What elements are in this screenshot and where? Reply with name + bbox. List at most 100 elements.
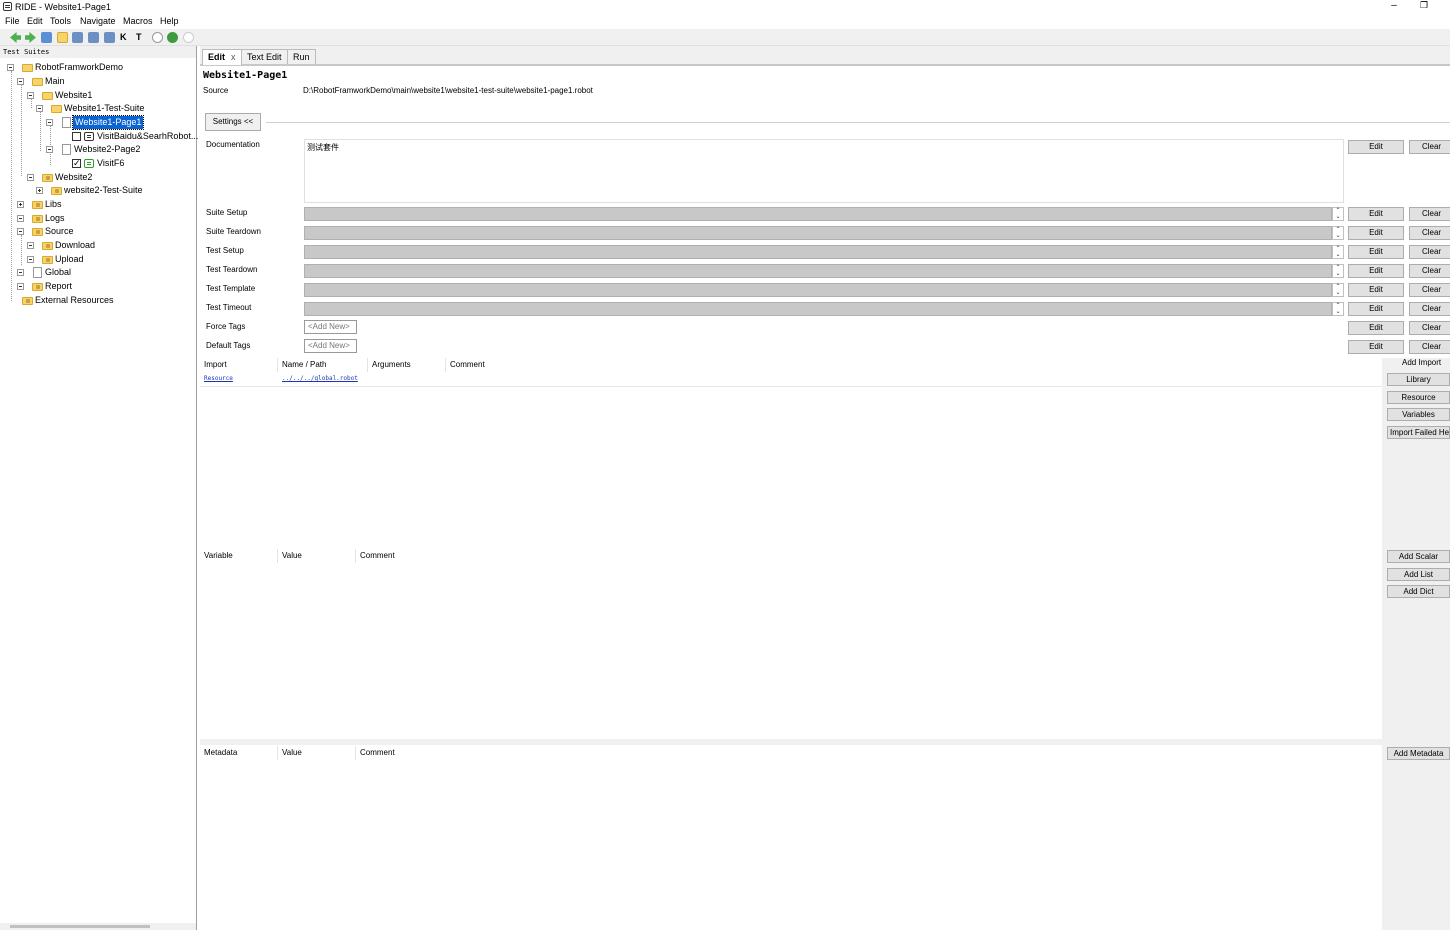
test-template-clear-button[interactable]: Clear: [1409, 283, 1450, 297]
add-library-button[interactable]: Library: [1387, 373, 1450, 386]
collapse-icon[interactable]: [27, 92, 34, 99]
spinner-icon[interactable]: ⌃ ⌄: [1332, 264, 1344, 278]
column-header[interactable]: Value: [278, 549, 356, 563]
column-header[interactable]: Metadata: [200, 746, 278, 760]
documentation-edit-button[interactable]: Edit: [1348, 140, 1404, 154]
menu-edit[interactable]: Edit: [27, 16, 43, 26]
new-icon[interactable]: [57, 32, 68, 43]
test-teardown-clear-button[interactable]: Clear: [1409, 264, 1450, 278]
spinner-icon[interactable]: ⌃ ⌄: [1332, 245, 1344, 259]
collapse-icon[interactable]: [17, 215, 24, 222]
force-tags-edit-button[interactable]: Edit: [1348, 321, 1404, 335]
column-header[interactable]: Import: [200, 358, 278, 372]
suite-setup-field[interactable]: [304, 207, 1332, 221]
menu-tools[interactable]: Tools: [50, 16, 71, 26]
default-tags-add-new[interactable]: <Add New>: [304, 339, 357, 353]
force-tags-add-new[interactable]: <Add New>: [304, 320, 357, 334]
test-timeout-field[interactable]: [304, 302, 1332, 316]
text-icon[interactable]: T: [136, 32, 147, 43]
tree-label: External Resources: [35, 295, 114, 305]
column-header[interactable]: Name / Path: [278, 358, 368, 372]
test-teardown-edit-button[interactable]: Edit: [1348, 264, 1404, 278]
test-setup-field[interactable]: [304, 245, 1332, 259]
expand-icon[interactable]: [17, 201, 24, 208]
column-header[interactable]: Arguments: [368, 358, 446, 372]
tab-run[interactable]: Run: [287, 49, 316, 64]
collapse-icon[interactable]: [27, 242, 34, 249]
documentation-field[interactable]: 测试套件: [304, 139, 1344, 203]
default-tags-edit-button[interactable]: Edit: [1348, 340, 1404, 354]
test-setup-edit-button[interactable]: Edit: [1348, 245, 1404, 259]
suite-teardown-clear-button[interactable]: Clear: [1409, 226, 1450, 240]
cursor-icon[interactable]: [152, 32, 163, 43]
open-icon[interactable]: [41, 32, 52, 43]
import-failed-help-button[interactable]: Import Failed Help: [1387, 426, 1450, 439]
add-metadata-button[interactable]: Add Metadata: [1387, 747, 1450, 760]
expand-icon[interactable]: [36, 187, 43, 194]
table-row[interactable]: Resource ../../../global.robot: [200, 373, 1382, 387]
tab-text-edit[interactable]: Text Edit: [241, 49, 288, 64]
add-variables-button[interactable]: Variables: [1387, 408, 1450, 421]
collapse-icon[interactable]: [27, 174, 34, 181]
collapse-icon[interactable]: [17, 283, 24, 290]
forward-icon[interactable]: [25, 32, 36, 43]
add-list-button[interactable]: Add List: [1387, 568, 1450, 581]
collapse-icon[interactable]: [46, 119, 53, 126]
test-checkbox[interactable]: [72, 157, 81, 170]
spinner-icon[interactable]: ⌃ ⌄: [1332, 302, 1344, 316]
test-template-field[interactable]: [304, 283, 1332, 297]
save-icon[interactable]: [72, 32, 83, 43]
column-header[interactable]: Comment: [356, 746, 1382, 760]
scrollbar-thumb[interactable]: [10, 925, 150, 928]
stop-icon[interactable]: [183, 32, 194, 43]
collapse-icon[interactable]: [7, 64, 14, 71]
horizontal-scrollbar[interactable]: [0, 923, 196, 930]
test-timeout-edit-button[interactable]: Edit: [1348, 302, 1404, 316]
restore-button[interactable]: ❐: [1417, 0, 1431, 12]
add-scalar-button[interactable]: Add Scalar: [1387, 550, 1450, 563]
collapse-icon[interactable]: [27, 256, 34, 263]
test-teardown-field[interactable]: [304, 264, 1332, 278]
settings-toggle-button[interactable]: Settings <<: [205, 113, 261, 131]
documentation-clear-button[interactable]: Clear: [1409, 140, 1450, 154]
suite-teardown-field[interactable]: [304, 226, 1332, 240]
column-header[interactable]: Comment: [446, 358, 1382, 372]
collapse-icon[interactable]: [17, 228, 24, 235]
section-separator: [200, 739, 1382, 745]
spinner-icon[interactable]: ⌃ ⌄: [1332, 226, 1344, 240]
suite-setup-clear-button[interactable]: Clear: [1409, 207, 1450, 221]
default-tags-clear-button[interactable]: Clear: [1409, 340, 1450, 354]
add-resource-button[interactable]: Resource: [1387, 391, 1450, 404]
menu-help[interactable]: Help: [160, 16, 179, 26]
column-header[interactable]: Value: [278, 746, 356, 760]
menu-macros[interactable]: Macros: [123, 16, 153, 26]
collapse-icon[interactable]: [36, 105, 43, 112]
minimize-button[interactable]: –: [1387, 0, 1401, 12]
collapse-icon[interactable]: [17, 269, 24, 276]
import-type-link[interactable]: Resource: [204, 375, 233, 382]
column-header[interactable]: Variable: [200, 549, 278, 563]
suite-teardown-edit-button[interactable]: Edit: [1348, 226, 1404, 240]
import-path-link[interactable]: ../../../global.robot: [282, 375, 358, 382]
force-tags-clear-button[interactable]: Clear: [1409, 321, 1450, 335]
spinner-icon[interactable]: ⌃ ⌄: [1332, 283, 1344, 297]
menu-file[interactable]: File: [5, 16, 20, 26]
collapse-icon[interactable]: [46, 146, 53, 153]
test-template-edit-button[interactable]: Edit: [1348, 283, 1404, 297]
copy-icon[interactable]: [104, 32, 115, 43]
bug-icon[interactable]: [167, 32, 178, 43]
test-setup-clear-button[interactable]: Clear: [1409, 245, 1450, 259]
tab-edit[interactable]: Edit x: [202, 49, 242, 65]
test-checkbox[interactable]: [72, 132, 81, 141]
column-header[interactable]: Comment: [356, 549, 1382, 563]
save-all-icon[interactable]: [88, 32, 99, 43]
spinner-icon[interactable]: ⌃ ⌄: [1332, 207, 1344, 221]
close-icon[interactable]: x: [231, 52, 236, 62]
menu-navigate[interactable]: Navigate: [80, 16, 116, 26]
add-dict-button[interactable]: Add Dict: [1387, 585, 1450, 598]
keyword-icon[interactable]: K: [120, 32, 131, 43]
collapse-icon[interactable]: [17, 78, 24, 85]
suite-setup-edit-button[interactable]: Edit: [1348, 207, 1404, 221]
back-icon[interactable]: [10, 32, 21, 43]
test-timeout-clear-button[interactable]: Clear: [1409, 302, 1450, 316]
